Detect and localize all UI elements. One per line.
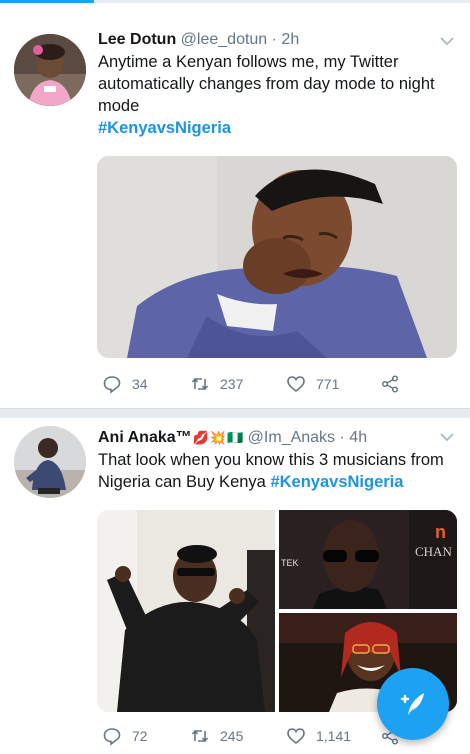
like-icon: [287, 376, 305, 393]
caret-down-icon[interactable]: [438, 428, 456, 446]
reply-icon: [103, 728, 121, 746]
like-count: 771: [316, 376, 340, 392]
musician-leather-jacket-image: [97, 510, 275, 712]
retweet-icon: [191, 729, 209, 743]
share-button[interactable]: [380, 372, 400, 396]
tweet-actions: 34 237 771: [98, 372, 428, 396]
share-icon: [381, 375, 399, 393]
timestamp[interactable]: · 2h: [272, 31, 300, 48]
user-handle[interactable]: @lee_dotun: [181, 31, 268, 48]
top-loading-bar: [0, 0, 470, 3]
reply-button[interactable]: 34: [102, 372, 148, 396]
tweet-image[interactable]: [97, 510, 275, 712]
hashtag-link[interactable]: #KenyavsNigeria: [270, 473, 403, 491]
reply-button[interactable]: 72: [102, 724, 148, 748]
compose-tweet-icon: [400, 693, 424, 715]
like-count: 1,141: [316, 728, 352, 744]
loading-progress: [0, 0, 94, 3]
nigeria-flag-emoji: 🇳🇬: [227, 430, 244, 445]
user-handle[interactable]: @Im_Anaks: [248, 429, 335, 446]
display-name[interactable]: Lee Dotun: [98, 31, 176, 48]
tweet-actions: 72 245 1,141: [98, 724, 428, 748]
avatar-image: [14, 34, 86, 106]
tweet-text: That look when you know this 3 musicians…: [98, 449, 448, 493]
retweet-count: 245: [220, 728, 244, 744]
tweet-image[interactable]: TEK CHAN n: [279, 510, 457, 609]
caret-down-icon[interactable]: [438, 32, 456, 50]
like-button[interactable]: 771: [286, 372, 339, 396]
tecno-sign-text: TEK: [281, 558, 299, 568]
crying-man-image: [97, 156, 457, 358]
reply-count: 34: [132, 376, 148, 392]
display-name[interactable]: Ani Anaka™: [98, 429, 192, 446]
hashtag-link[interactable]: #KenyavsNigeria: [98, 119, 231, 137]
musician-sunglasses-image: TEK CHAN n: [279, 510, 457, 609]
retweet-icon: [191, 377, 209, 391]
tweet-text: Anytime a Kenyan follows me, my Twitter …: [98, 53, 435, 115]
collision-emoji: 💥: [209, 430, 227, 445]
reply-count: 72: [132, 728, 148, 744]
timestamp[interactable]: · 4h: [340, 429, 368, 446]
tweet-card[interactable]: Lee Dotun @lee_dotun · 2h Anytime a Keny…: [0, 20, 470, 406]
tweet-header: Lee Dotun @lee_dotun · 2h: [98, 30, 430, 50]
lips-emoji: 💋: [192, 430, 209, 445]
like-button[interactable]: 1,141: [286, 724, 351, 748]
reply-icon: [103, 376, 121, 394]
chandon-sign-text: CHAN: [415, 544, 452, 559]
tweet-divider: [0, 408, 470, 418]
retweet-count: 237: [220, 376, 244, 392]
retweet-button[interactable]: 237: [190, 372, 243, 396]
n-logo-text: n: [435, 522, 446, 542]
compose-tweet-button[interactable]: [377, 668, 449, 740]
tweet-image[interactable]: [97, 156, 457, 358]
avatar-image: [14, 426, 86, 498]
avatar[interactable]: [14, 426, 86, 498]
retweet-button[interactable]: 245: [190, 724, 243, 748]
tweet-header: Ani Anaka™💋💥🇳🇬 @Im_Anaks · 4h: [98, 428, 430, 448]
avatar[interactable]: [14, 34, 86, 106]
like-icon: [287, 728, 305, 745]
